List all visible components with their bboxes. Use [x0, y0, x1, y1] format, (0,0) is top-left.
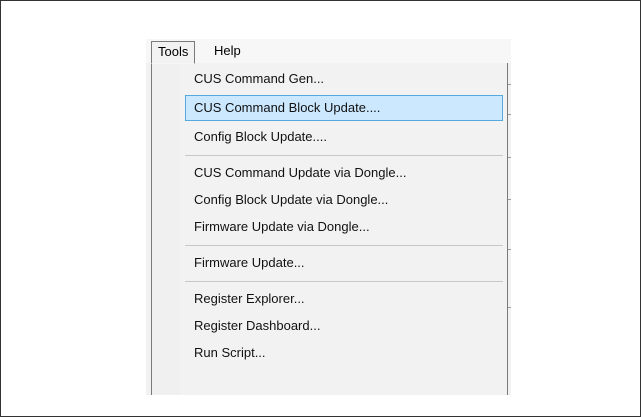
- menu-item-firmware-update[interactable]: Firmware Update...: [185, 250, 503, 276]
- menu-item-firmware-update-via-dongle[interactable]: Firmware Update via Dongle...: [185, 214, 503, 240]
- menu-tools[interactable]: Tools: [151, 41, 196, 64]
- menu-item-cus-command-gen[interactable]: CUS Command Gen...: [185, 66, 503, 92]
- menu-help[interactable]: Help: [208, 41, 247, 61]
- menu-separator: [185, 281, 503, 282]
- menu-item-register-dashboard[interactable]: Register Dashboard...: [185, 313, 503, 339]
- tools-dropdown-menu: CUS Command Gen... CUS Command Block Upd…: [151, 63, 508, 395]
- app-screenshot: Tools Help CUS Command Gen... CUS Comman…: [146, 39, 511, 395]
- menu-item-cus-command-block-update[interactable]: CUS Command Block Update....: [185, 95, 503, 121]
- menu-separator: [185, 155, 503, 156]
- menu-item-register-explorer[interactable]: Register Explorer...: [185, 286, 503, 312]
- menu-separator: [185, 245, 503, 246]
- menu-item-config-block-update-via-dongle[interactable]: Config Block Update via Dongle...: [185, 187, 503, 213]
- menu-icon-gutter: [152, 63, 180, 395]
- menu-item-run-script[interactable]: Run Script...: [185, 340, 503, 366]
- menu-item-cus-command-update-via-dongle[interactable]: CUS Command Update via Dongle...: [185, 160, 503, 186]
- menu-bar: Tools Help: [146, 39, 511, 64]
- menu-item-config-block-update[interactable]: Config Block Update....: [185, 124, 503, 150]
